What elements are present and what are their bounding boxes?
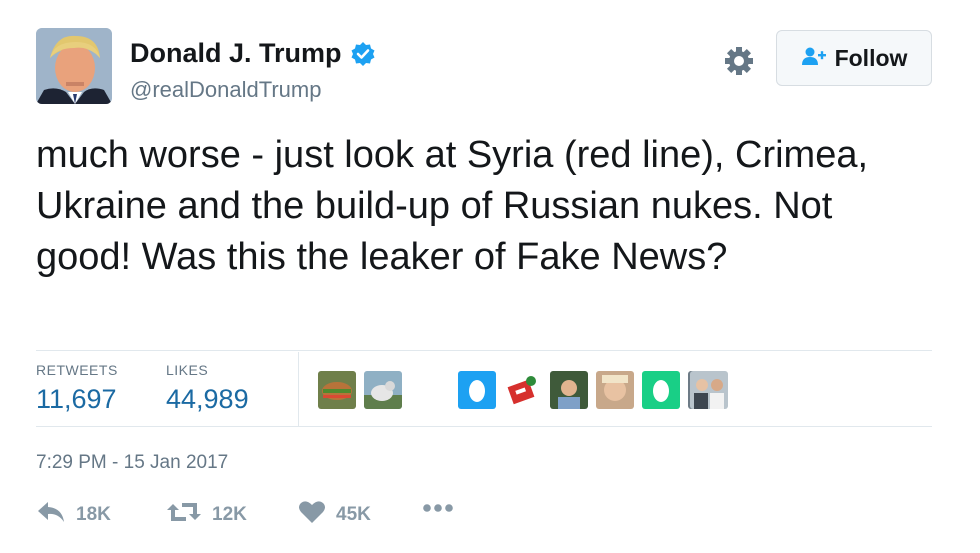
retweet-button[interactable]: 12K xyxy=(166,500,247,529)
reply-icon xyxy=(36,500,66,529)
follow-button[interactable]: Follow xyxy=(776,30,932,86)
divider-top xyxy=(36,350,932,351)
liker-avatar[interactable] xyxy=(318,371,356,409)
heart-icon xyxy=(298,500,326,529)
verified-badge-icon xyxy=(350,41,376,67)
reply-count: 18K xyxy=(76,503,111,525)
retweets-label: RETWEETS xyxy=(36,362,118,378)
liker-avatar[interactable] xyxy=(504,371,542,409)
liker-avatar[interactable] xyxy=(596,371,634,409)
liker-avatar[interactable] xyxy=(550,371,588,409)
tweet-header: Donald J. Trump @realDonaldTrump Follow xyxy=(36,28,932,108)
liker-avatar[interactable] xyxy=(364,371,402,409)
follow-button-label: Follow xyxy=(834,44,908,71)
liker-avatar[interactable] xyxy=(690,371,728,409)
divider-bottom xyxy=(36,426,932,427)
likes-stat[interactable]: LIKES 44,989 xyxy=(166,362,249,415)
stats-separator xyxy=(298,352,299,426)
like-count: 45K xyxy=(336,503,371,525)
retweet-icon xyxy=(166,500,202,529)
author-display-name[interactable]: Donald J. Trump xyxy=(130,38,342,69)
more-icon xyxy=(422,500,454,518)
retweets-value: 11,697 xyxy=(36,384,117,414)
author-handle[interactable]: @realDonaldTrump xyxy=(130,77,376,103)
liker-avatar[interactable] xyxy=(458,371,496,409)
liker-avatar[interactable] xyxy=(642,371,680,409)
author-name-block: Donald J. Trump @realDonaldTrump xyxy=(130,38,376,103)
retweet-count: 12K xyxy=(212,503,247,525)
retweets-stat[interactable]: RETWEETS 11,697 xyxy=(36,362,118,415)
likes-label: LIKES xyxy=(166,362,209,378)
gear-icon[interactable] xyxy=(722,44,756,78)
author-avatar[interactable] xyxy=(36,28,112,104)
reply-button[interactable]: 18K xyxy=(36,500,111,529)
tweet-text: much worse - just look at Syria (red lin… xyxy=(36,134,869,278)
follow-user-icon xyxy=(801,46,827,71)
likes-value: 44,989 xyxy=(166,384,249,414)
tweet-timestamp[interactable]: 7:29 PM - 15 Jan 2017 xyxy=(36,452,228,474)
more-button[interactable] xyxy=(422,500,454,518)
like-button[interactable]: 45K xyxy=(298,500,371,529)
